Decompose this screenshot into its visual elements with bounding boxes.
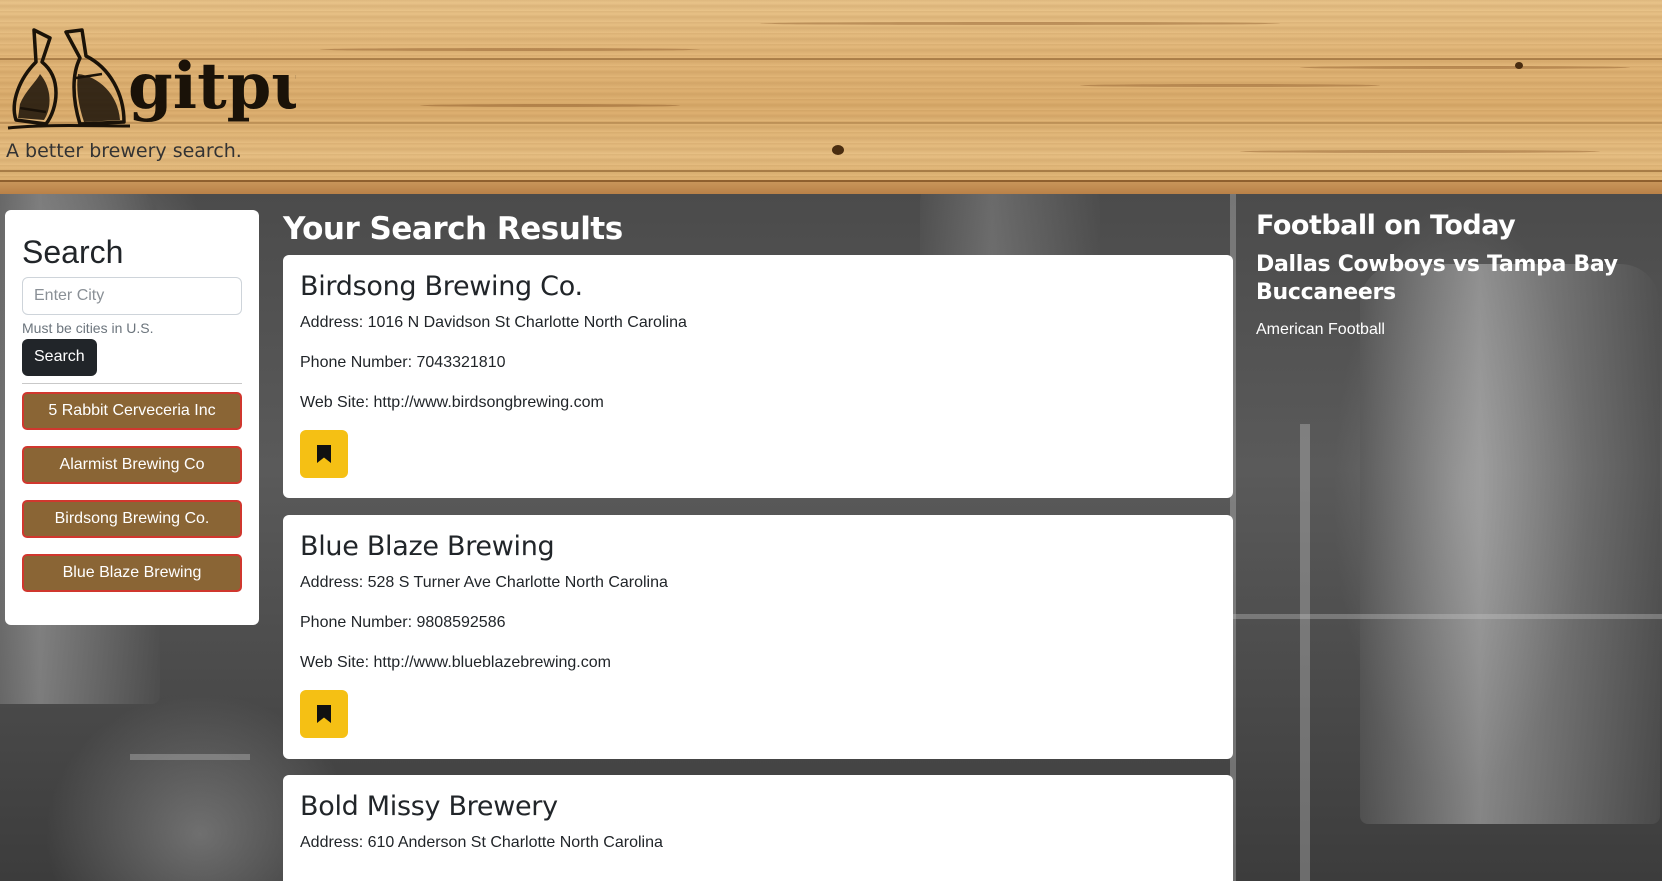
bookmark-button[interactable]: [300, 430, 348, 478]
beer-bottles-logo: gitpub: [7, 28, 296, 130]
football-match: Dallas Cowboys vs Tampa Bay Buccaneers: [1256, 252, 1618, 306]
brewery-result-card: Blue Blaze Brewing Address: 528 S Turner…: [283, 515, 1233, 759]
brewery-pipe: [1232, 614, 1662, 619]
brewery-phone: Phone Number: 9808592586: [300, 614, 506, 631]
wood-grain: [420, 104, 680, 107]
site-header: gitpub A better brewery search.: [0, 0, 1662, 194]
brewery-website: Web Site: http://www.birdsongbrewing.com: [300, 394, 604, 411]
search-button[interactable]: Search: [22, 338, 97, 376]
bookmark-icon: [317, 445, 331, 463]
saved-brewery-button[interactable]: 5 Rabbit Cerveceria Inc: [22, 391, 242, 430]
brewery-address: Address: 1016 N Davidson St Charlotte No…: [300, 314, 687, 331]
football-sport: American Football: [1256, 321, 1385, 339]
site-tagline: A better brewery search.: [6, 140, 242, 162]
wood-grain: [320, 48, 700, 51]
saved-brewery-button[interactable]: Birdsong Brewing Co.: [22, 499, 242, 538]
bookmark-icon: [317, 705, 331, 723]
search-panel: Search Must be cities in U.S. Search 5 R…: [5, 210, 259, 625]
city-search-input[interactable]: [22, 276, 242, 315]
brewery-address: Address: 528 S Turner Ave Charlotte Nort…: [300, 574, 668, 591]
svg-text:gitpub: gitpub: [128, 49, 296, 124]
wood-grain: [760, 22, 1280, 25]
football-title: Football on Today: [1256, 210, 1516, 241]
saved-brewery-button[interactable]: Blue Blaze Brewing: [22, 553, 242, 592]
results-title: Your Search Results: [283, 211, 623, 247]
wood-grain: [1080, 84, 1380, 87]
wood-knot: [832, 145, 844, 155]
brewery-tank: [1360, 264, 1660, 824]
brewery-result-card: Birdsong Brewing Co. Address: 1016 N Dav…: [283, 255, 1233, 498]
search-title: Search: [22, 234, 124, 270]
brewery-pipe: [130, 754, 250, 760]
wood-knot: [1515, 62, 1523, 69]
brewery-name: Blue Blaze Brewing: [300, 531, 555, 562]
brewery-result-card: Bold Missy Brewery Address: 610 Anderson…: [283, 775, 1233, 881]
brewery-name: Birdsong Brewing Co.: [300, 271, 583, 302]
wood-grain: [1300, 66, 1630, 69]
brewery-address: Address: 610 Anderson St Charlotte North…: [300, 834, 663, 851]
wood-grain: [1240, 150, 1600, 153]
saved-brewery-button[interactable]: Alarmist Brewing Co: [22, 445, 242, 484]
search-divider: [22, 382, 242, 384]
wood-plank-seam: [0, 170, 1662, 172]
brewery-website: Web Site: http://www.blueblazebrewing.co…: [300, 654, 611, 671]
brewery-pipe: [1300, 424, 1310, 881]
football-panel: Football on Today Dallas Cowboys vs Tamp…: [1256, 210, 1636, 339]
saved-breweries-list: 5 Rabbit Cerveceria Inc Alarmist Brewing…: [22, 391, 242, 592]
header-bottom-board: [0, 180, 1662, 194]
brewery-phone: Phone Number: 7043321810: [300, 354, 506, 371]
city-input-hint: Must be cities in U.S.: [22, 319, 154, 336]
bookmark-button[interactable]: [300, 690, 348, 738]
brewery-name: Bold Missy Brewery: [300, 791, 558, 822]
